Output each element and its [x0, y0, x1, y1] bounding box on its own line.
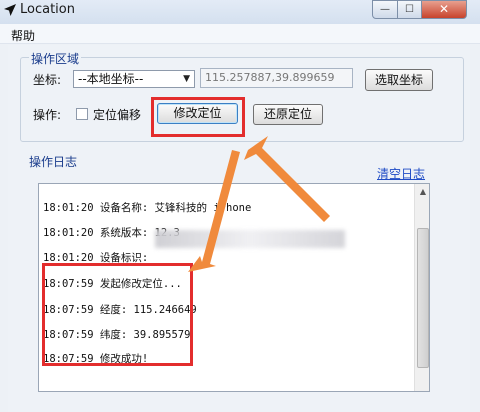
maximize-button[interactable]: ☐ — [397, 0, 422, 19]
log-legend: 操作日志 — [29, 155, 78, 169]
highlight-box-modify — [151, 97, 245, 137]
close-button[interactable]: ✕ — [421, 0, 467, 19]
dropdown-arrow-icon: ▼ — [183, 74, 190, 84]
coord-select-value: --本地坐标-- — [78, 72, 144, 86]
app-window: Location — ☐ ✕ 帮助 操作区域 坐标: --本地坐标-- ▼ 11… — [0, 0, 480, 412]
title-bar: Location — ☐ ✕ — [0, 0, 480, 24]
operation-label: 操作: — [33, 108, 62, 122]
restore-location-button[interactable]: 还原定位 — [253, 104, 323, 125]
highlight-box-log — [42, 263, 193, 366]
offset-checkbox[interactable] — [76, 108, 88, 120]
offset-checkbox-label: 定位偏移 — [93, 108, 142, 122]
clear-log-link[interactable]: 清空日志 — [377, 165, 425, 182]
minimize-button[interactable]: — — [372, 0, 398, 19]
pick-coord-button[interactable]: 选取坐标 — [365, 69, 433, 91]
menu-bar: 帮助 — [0, 24, 480, 44]
location-arrow-icon — [4, 4, 16, 16]
window-title: Location — [20, 2, 75, 17]
operations-legend: 操作区域 — [29, 50, 82, 67]
redacted-device-id — [155, 230, 345, 248]
coord-source-select[interactable]: --本地坐标-- ▼ — [73, 70, 195, 88]
coord-input[interactable]: 115.257887,39.899659 — [200, 68, 353, 88]
log-line: 18:01:20 设备名称: 艾锋科技的 iPhone — [43, 202, 252, 214]
menu-item-help[interactable]: 帮助 — [11, 27, 35, 44]
coord-label: 坐标: — [33, 73, 62, 87]
log-scrollbar[interactable]: ▲ — [414, 184, 429, 391]
scroll-thumb[interactable] — [417, 228, 429, 368]
scroll-up-icon[interactable]: ▲ — [415, 184, 429, 200]
